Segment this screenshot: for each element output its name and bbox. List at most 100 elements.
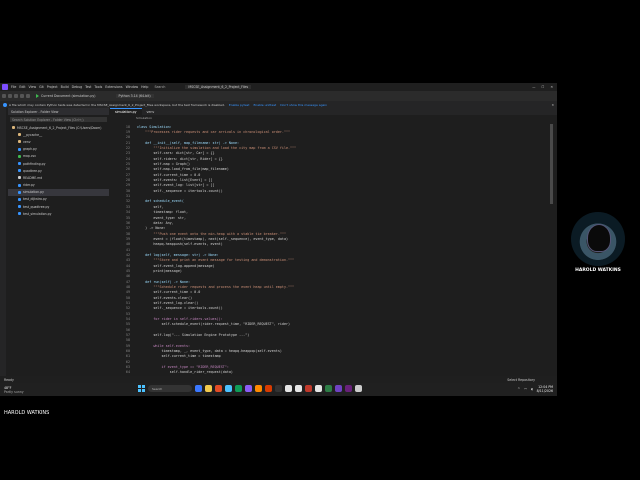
- windows-start-icon[interactable]: [138, 385, 145, 392]
- enable-unittest-link[interactable]: Enable unittest: [253, 103, 276, 107]
- tab-simulation-py[interactable]: simulation.py: [110, 107, 142, 116]
- code-text: def log(self, message: str) -> None:: [137, 252, 219, 257]
- close-button[interactable]: ✕: [550, 85, 553, 89]
- menu-item-extensions[interactable]: Extensions: [105, 85, 122, 89]
- file-icon: [18, 197, 21, 201]
- line-number: 24: [125, 156, 130, 161]
- forward-icon[interactable]: [8, 94, 12, 98]
- chevron-up-icon[interactable]: ^: [518, 387, 521, 391]
- back-icon[interactable]: [2, 94, 6, 98]
- footer-name: HAROLD WATKINS: [4, 410, 50, 416]
- taskbar-app-icon[interactable]: [325, 385, 332, 392]
- tree-item[interactable]: test_dijkstra.py: [8, 196, 109, 203]
- taskbar-app-icon[interactable]: [335, 385, 342, 392]
- menu-item-project[interactable]: Project: [47, 85, 58, 89]
- taskbar-app-icon[interactable]: [285, 385, 292, 392]
- webcam-name: HAROLD WATKINS: [575, 268, 621, 273]
- taskbar-app-icon[interactable]: [355, 385, 362, 392]
- code-text: timestamp, _, event_type, data = heapq.h…: [137, 349, 282, 354]
- line-number: 43: [125, 258, 130, 263]
- menu-item-edit[interactable]: Edit: [19, 85, 25, 89]
- code-text: if event_type == "RIDER_REQUEST":: [137, 365, 229, 370]
- menu-item-view[interactable]: View: [29, 85, 37, 89]
- close-icon[interactable]: ✕: [551, 103, 554, 107]
- undo-icon[interactable]: [20, 94, 24, 98]
- line-number: 38: [125, 231, 130, 236]
- python-environment-select[interactable]: Python 3.14 (64-bit): [115, 94, 154, 98]
- tree-item[interactable]: graph.py: [8, 146, 109, 153]
- menu-item-git[interactable]: Git: [39, 85, 44, 89]
- menu-item-debug[interactable]: Debug: [72, 85, 82, 89]
- maximize-button[interactable]: ☐: [541, 85, 544, 89]
- tree-item[interactable]: map.csv: [8, 153, 109, 160]
- editor-tabs: simulation.py venv: [110, 107, 557, 116]
- taskbar-app-icon[interactable]: [205, 385, 212, 392]
- code-text: data: Any,: [137, 220, 174, 225]
- select-repository-button[interactable]: Select Repository: [507, 378, 535, 382]
- search-menu[interactable]: Search: [154, 85, 165, 89]
- tree-item[interactable]: __pycache__: [8, 131, 109, 138]
- taskbar-app-icon[interactable]: [275, 385, 282, 392]
- menu-item-tools[interactable]: Tools: [94, 85, 102, 89]
- tree-item[interactable]: test_quadtree.py: [8, 203, 109, 210]
- tree-item[interactable]: test_simulation.py: [8, 210, 109, 217]
- minimize-button[interactable]: —: [532, 85, 535, 89]
- menu-item-help[interactable]: Help: [141, 85, 148, 89]
- explorer-search-input[interactable]: Search Solution Explorer - Folder View (…: [10, 117, 107, 122]
- tree-item-label: test_simulation.py: [23, 211, 52, 216]
- code-text: self.event_log.append(message): [137, 263, 215, 268]
- code-area[interactable]: 18 class Simulation: 19 """Processes rider…: [110, 124, 557, 378]
- code-text: for rider in self.riders.values():: [137, 317, 223, 322]
- tree-item[interactable]: simulation.py: [8, 188, 109, 196]
- taskbar-search[interactable]: Search: [148, 385, 192, 392]
- menu-item-build[interactable]: Build: [61, 85, 69, 89]
- taskbar-app-icon[interactable]: [345, 385, 352, 392]
- file-icon: [18, 212, 21, 216]
- tree-item[interactable]: rider.py: [8, 182, 109, 189]
- vertical-scrollbar[interactable]: [550, 124, 553, 204]
- line-number: 61: [125, 354, 130, 359]
- code-text: self.current_time = 0.0: [137, 172, 201, 177]
- dont-show-again-link[interactable]: Don't show this message again: [280, 103, 327, 107]
- tree-item[interactable]: pathfinding.py: [8, 160, 109, 167]
- taskbar-app-icon[interactable]: [305, 385, 312, 392]
- code-text: self.schedule_event(rider.request_time, …: [137, 322, 291, 327]
- breadcrumb[interactable]: Simulation: [110, 115, 557, 121]
- save-icon[interactable]: [14, 94, 18, 98]
- taskbar-app-icon[interactable]: [225, 385, 232, 392]
- weather-condition: Partly sunny: [4, 389, 24, 394]
- tree-item[interactable]: MSCSE_Assignment_6_2_Project_Files (C:\U…: [8, 124, 109, 131]
- tree-item[interactable]: quadtree.py: [8, 167, 109, 174]
- taskbar-app-icon[interactable]: [235, 385, 242, 392]
- menu-item-test[interactable]: Test: [85, 85, 91, 89]
- taskbar-app-icon[interactable]: [295, 385, 302, 392]
- weather-widget[interactable]: 48°F Partly sunny: [4, 386, 24, 394]
- code-text: self.handle_rider_request(data): [137, 370, 233, 375]
- line-number: 31: [125, 194, 130, 199]
- file-icon: [18, 133, 21, 137]
- file-icon: [18, 147, 21, 151]
- tab-venv[interactable]: venv: [142, 108, 160, 115]
- taskbar-app-icon[interactable]: [245, 385, 252, 392]
- line-number: 28: [125, 178, 130, 183]
- taskbar-app-icon[interactable]: [315, 385, 322, 392]
- line-number: 45: [125, 268, 130, 273]
- code-text: """Initialize the simulation and load th…: [137, 146, 297, 151]
- webcam-avatar: [571, 212, 625, 266]
- taskbar-app-icon[interactable]: [255, 385, 262, 392]
- tree-item[interactable]: venv: [8, 138, 109, 145]
- volume-icon[interactable]: ◖: [531, 387, 533, 391]
- taskbar-app-icon[interactable]: [195, 385, 202, 392]
- clock[interactable]: 12:04 PM 8/11/2026: [537, 385, 553, 393]
- taskbar-app-icon[interactable]: [265, 385, 272, 392]
- line-number: 39: [125, 236, 130, 241]
- redo-icon[interactable]: [26, 94, 30, 98]
- wifi-icon[interactable]: ◠: [524, 387, 527, 391]
- start-debugging-button[interactable]: Current Document (simulation.py): [36, 94, 96, 98]
- line-number: 37: [125, 226, 130, 231]
- menu-item-file[interactable]: File: [11, 85, 16, 89]
- enable-pytest-link[interactable]: Enable pytest: [229, 103, 250, 107]
- tree-item[interactable]: README.md: [8, 174, 109, 181]
- taskbar-app-icon[interactable]: [215, 385, 222, 392]
- menu-item-window[interactable]: Window: [126, 85, 139, 89]
